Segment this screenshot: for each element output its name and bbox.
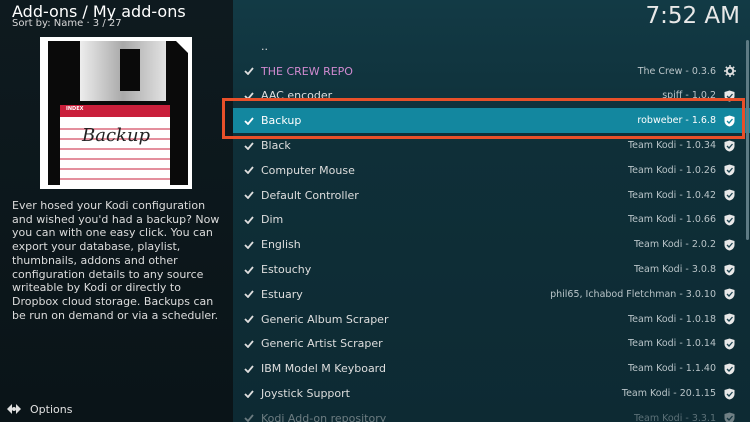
list-item-version: Team Kodi - 3.0.8 bbox=[633, 264, 716, 276]
disk-index-label: INDEX bbox=[66, 106, 84, 112]
list-item-version: Team Kodi - 3.3.1 bbox=[633, 412, 716, 422]
list-item[interactable]: English Team Kodi - 2.0.2 bbox=[233, 232, 750, 257]
check-icon bbox=[233, 216, 261, 224]
list-item-name: Generic Album Scraper bbox=[261, 312, 389, 326]
list-item-name: Estuary bbox=[261, 287, 303, 301]
list-item[interactable]: Joystick Support Team Kodi - 20.1.15 bbox=[233, 381, 750, 406]
list-item-name: Backup bbox=[261, 114, 302, 128]
shield-icon bbox=[724, 115, 736, 127]
list-item-version: Team Kodi - 1.0.14 bbox=[627, 338, 716, 350]
list-item-name: Black bbox=[261, 139, 291, 153]
shield-icon bbox=[724, 412, 736, 422]
addon-description: Ever hosed your Kodi configuration and w… bbox=[12, 199, 220, 322]
check-icon bbox=[233, 365, 261, 373]
shield-icon bbox=[724, 363, 736, 375]
list-item[interactable]: THE CREW REPO The Crew - 0.3.6 bbox=[233, 59, 750, 84]
list-item-version: Team Kodi - 1.0.42 bbox=[627, 189, 716, 201]
list-item[interactable]: AAC encoder spiff - 1.0.2 bbox=[233, 84, 750, 109]
check-icon bbox=[233, 389, 261, 398]
check-icon bbox=[233, 241, 261, 249]
list-item-name: Estouchy bbox=[261, 263, 312, 277]
options-arrows-icon bbox=[7, 404, 21, 414]
sort-indicator[interactable]: Sort by: Name · 3 / 27 bbox=[12, 18, 122, 29]
disk-label: Backup bbox=[82, 125, 151, 146]
check-icon bbox=[233, 117, 261, 125]
list-item-version: Team Kodi - 1.0.18 bbox=[627, 313, 716, 325]
shield-icon bbox=[724, 189, 736, 201]
shield-icon bbox=[724, 140, 736, 152]
clock: 7:52 AM bbox=[645, 3, 740, 29]
list-item-version: Team Kodi - 20.1.15 bbox=[621, 388, 716, 400]
check-icon bbox=[233, 142, 261, 150]
list-item-version: Team Kodi - 2.0.2 bbox=[633, 239, 716, 251]
check-icon bbox=[233, 166, 261, 175]
list-item-name: IBM Model M Keyboard bbox=[261, 362, 386, 376]
options-button[interactable]: Options bbox=[6, 401, 72, 417]
check-icon bbox=[233, 191, 261, 200]
list-item-selected[interactable]: Backup robweber - 1.6.8 bbox=[233, 108, 750, 134]
list-item-name: .. bbox=[261, 39, 268, 53]
list-item-version: Team Kodi - 1.0.26 bbox=[627, 164, 716, 176]
list-item-version: Team Kodi - 1.0.66 bbox=[627, 214, 716, 226]
list-item-name: Dim bbox=[261, 213, 284, 227]
list-item[interactable]: Generic Artist Scraper Team Kodi - 1.0.1… bbox=[233, 332, 750, 357]
shield-icon bbox=[724, 264, 736, 276]
list-item-name: Kodi Add-on repository bbox=[261, 411, 387, 422]
list-item-version: phil65, Ichabod Fletchman - 3.0.10 bbox=[550, 288, 716, 300]
scrollbar[interactable] bbox=[746, 40, 749, 240]
list-item-name: Generic Artist Scraper bbox=[261, 337, 383, 351]
list-item-version: robweber - 1.6.8 bbox=[637, 115, 716, 127]
list-item[interactable]: Default Controller Team Kodi - 1.0.42 bbox=[233, 183, 750, 208]
shield-icon bbox=[724, 313, 736, 325]
shield-icon bbox=[724, 164, 736, 176]
addon-thumbnail: INDEX Backup bbox=[40, 37, 192, 189]
check-icon bbox=[233, 414, 261, 422]
addon-list: .. THE CREW REPO The Crew - 0.3.6 AAC en… bbox=[233, 34, 750, 422]
check-icon bbox=[233, 265, 261, 274]
check-icon bbox=[233, 290, 261, 299]
list-item[interactable]: Generic Album Scraper Team Kodi - 1.0.18 bbox=[233, 307, 750, 332]
gear-icon bbox=[724, 65, 736, 78]
list-item-version: Team Kodi - 1.0.34 bbox=[627, 140, 716, 152]
check-icon bbox=[233, 340, 261, 348]
shield-icon bbox=[724, 338, 736, 350]
list-item-version: spiff - 1.0.2 bbox=[662, 90, 716, 102]
list-item-name: AAC encoder bbox=[261, 89, 333, 103]
list-item-name: Computer Mouse bbox=[261, 163, 355, 177]
list-item[interactable]: Dim Team Kodi - 1.0.66 bbox=[233, 208, 750, 233]
shield-icon bbox=[724, 214, 736, 226]
shield-icon bbox=[724, 288, 736, 300]
list-item-name: Joystick Support bbox=[261, 387, 350, 401]
list-item[interactable]: Black Team Kodi - 1.0.34 bbox=[233, 133, 750, 158]
list-item-name: Default Controller bbox=[261, 188, 359, 202]
list-item[interactable]: Kodi Add-on repository Team Kodi - 3.3.1 bbox=[233, 406, 750, 422]
list-item-parent[interactable]: .. bbox=[233, 34, 750, 59]
list-item-name: English bbox=[261, 238, 301, 252]
list-item-version: The Crew - 0.3.6 bbox=[637, 65, 716, 77]
list-item[interactable]: Computer Mouse Team Kodi - 1.0.26 bbox=[233, 158, 750, 183]
check-icon bbox=[233, 67, 261, 76]
list-item[interactable]: Estouchy Team Kodi - 3.0.8 bbox=[233, 257, 750, 282]
list-item[interactable]: Estuary phil65, Ichabod Fletchman - 3.0.… bbox=[233, 282, 750, 307]
list-item-name: THE CREW REPO bbox=[261, 64, 353, 78]
check-icon bbox=[233, 315, 261, 324]
shield-icon bbox=[724, 388, 736, 400]
check-icon bbox=[233, 92, 261, 100]
options-label: Options bbox=[30, 402, 73, 416]
shield-icon bbox=[724, 239, 736, 251]
shield-icon bbox=[724, 90, 736, 102]
list-item-version: Team Kodi - 1.1.40 bbox=[627, 363, 716, 375]
floppy-disk-icon bbox=[40, 37, 192, 189]
list-item[interactable]: IBM Model M Keyboard Team Kodi - 1.1.40 bbox=[233, 356, 750, 381]
